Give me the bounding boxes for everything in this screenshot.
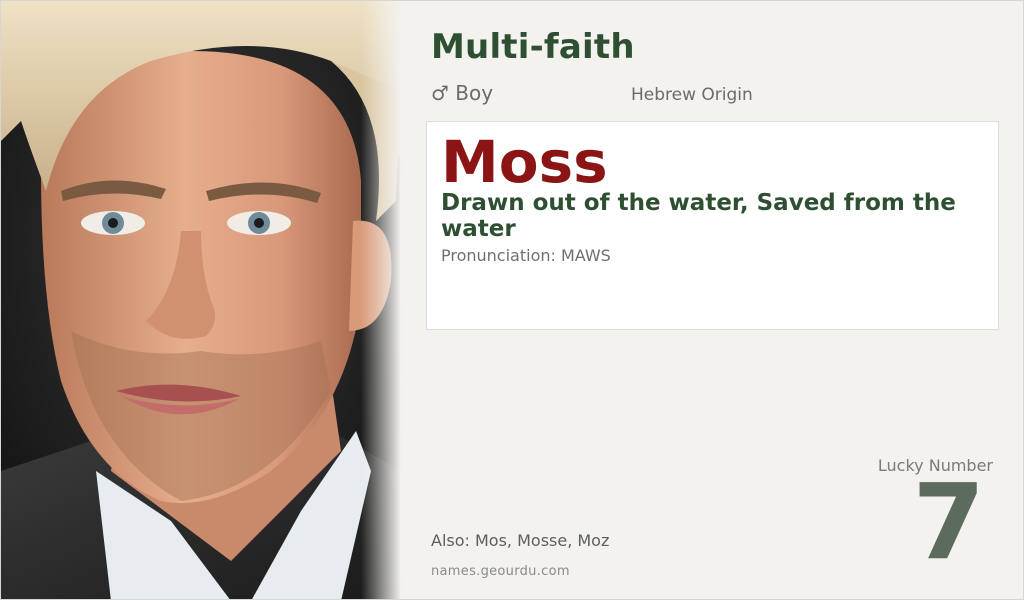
name-variants: Also: Mos, Mosse, Moz xyxy=(431,531,610,550)
baby-name: Moss xyxy=(441,128,608,196)
male-symbol-icon: ♂ xyxy=(431,81,449,105)
gender-label: ♂ Boy xyxy=(431,81,493,105)
lucky-number-value: 7 xyxy=(912,461,985,583)
name-panel: Moss Drawn out of the water, Saved from … xyxy=(426,121,999,330)
portrait-image xyxy=(1,1,401,599)
pronunciation: Pronunciation: MAWS xyxy=(441,246,611,265)
category-title: Multi-faith xyxy=(431,27,635,67)
gender-text: Boy xyxy=(455,81,494,105)
origin-label: Hebrew Origin xyxy=(631,85,753,105)
name-meaning: Drawn out of the water, Saved from the w… xyxy=(441,190,956,242)
site-watermark: names.geourdu.com xyxy=(431,564,570,579)
name-card: Multi-faith ♂ Boy Hebrew Origin Moss Dra… xyxy=(0,0,1024,600)
